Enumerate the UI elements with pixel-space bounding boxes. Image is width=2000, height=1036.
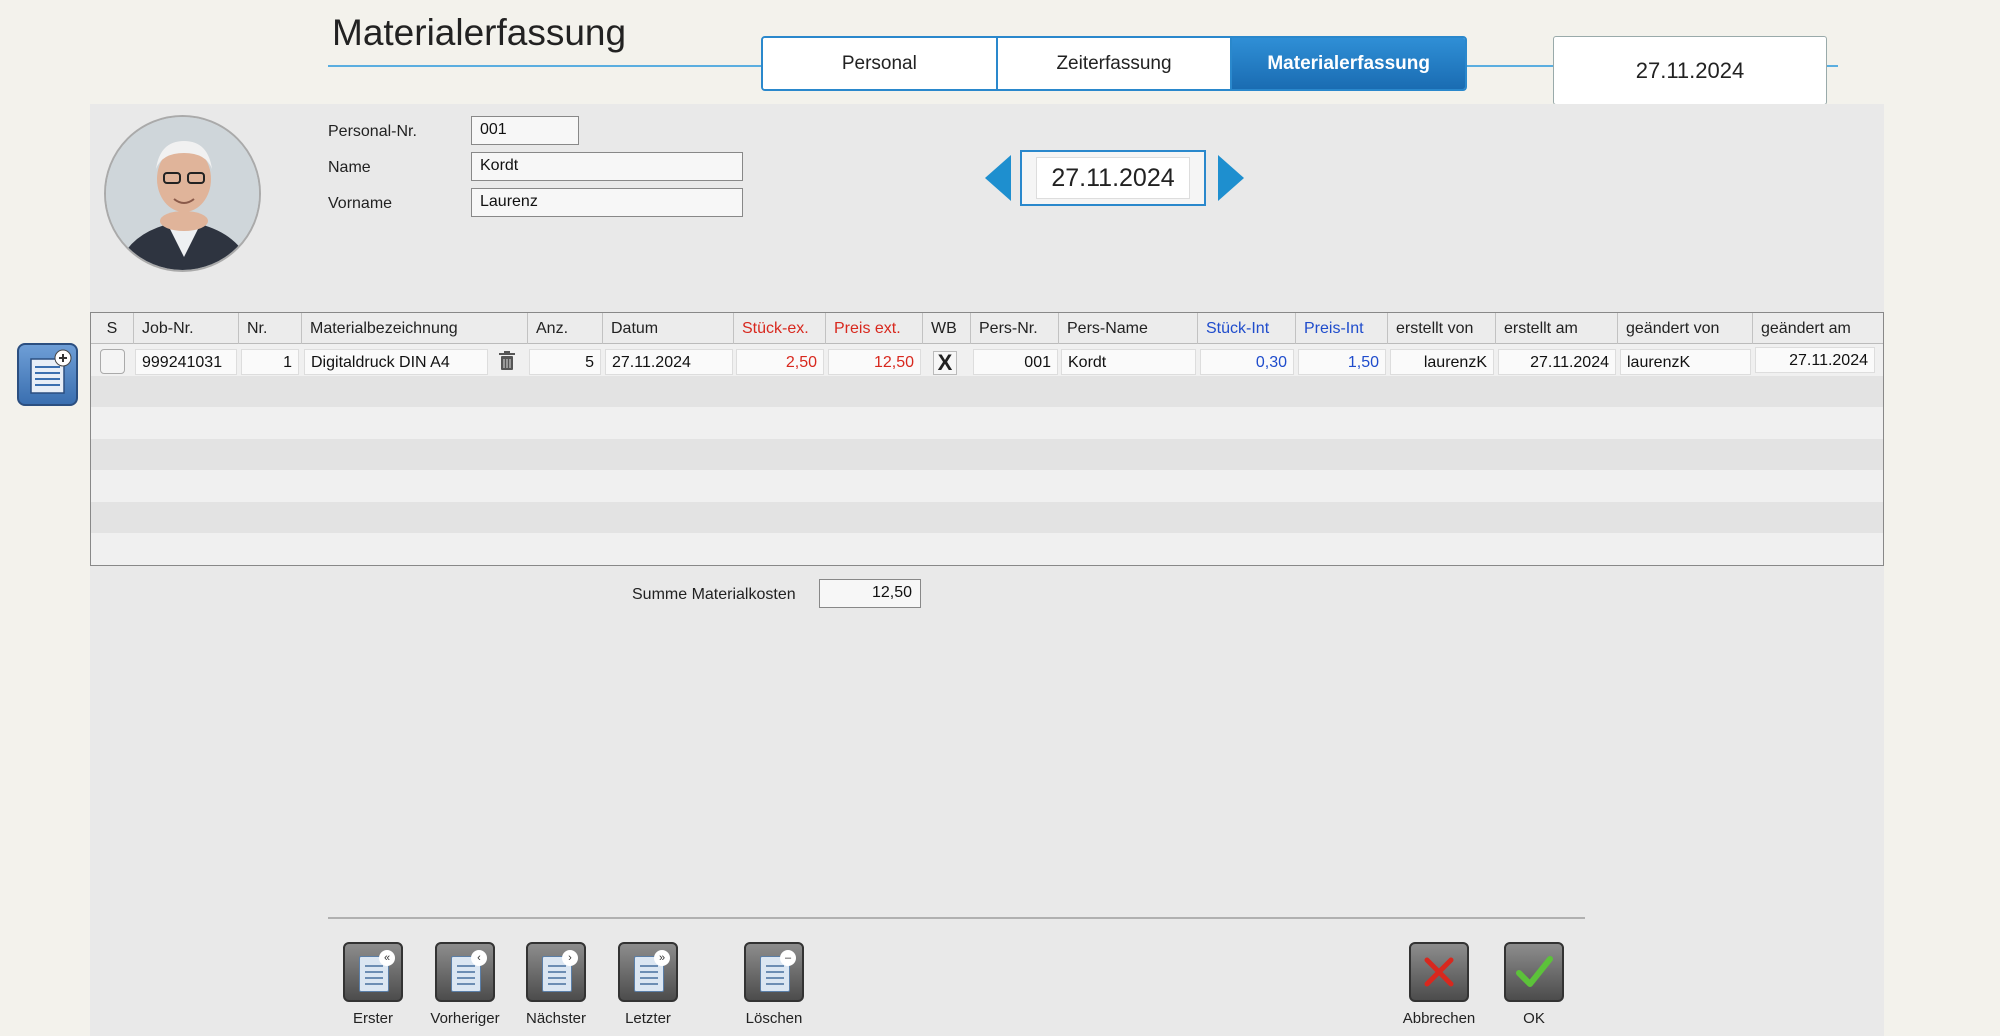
page-title: Materialerfassung: [332, 12, 627, 53]
cell-job-nr[interactable]: 999241031: [135, 349, 237, 375]
sum-field: 12,50: [819, 579, 921, 608]
cell-erstellt-von[interactable]: laurenzK: [1390, 349, 1494, 375]
first-icon: «: [379, 950, 395, 966]
empty-row: [91, 502, 1883, 533]
last-label: Letzter: [625, 1010, 671, 1027]
col-stueck-int: Stück-Int: [1198, 313, 1296, 344]
cancel-x-icon: [1424, 957, 1454, 987]
trash-icon[interactable]: [498, 351, 516, 376]
previous-date-arrow-icon[interactable]: [985, 155, 1011, 201]
cell-geaendert-von[interactable]: laurenzK: [1620, 349, 1751, 375]
minus-icon: –: [780, 950, 796, 966]
material-table: S Job-Nr. Nr. Materialbezeichnung Anz. D…: [90, 312, 1884, 566]
col-stueck-ex: Stück-ex.: [734, 313, 826, 344]
cell-stueck-int[interactable]: 0,30: [1200, 349, 1294, 375]
vorname-label: Vorname: [328, 195, 393, 212]
cell-preis-ext[interactable]: 12,50: [828, 349, 921, 375]
col-preis-ext: Preis ext.: [826, 313, 923, 344]
personal-nr-field[interactable]: 001: [471, 116, 579, 145]
col-pers-nr: Pers-Nr.: [971, 313, 1059, 344]
tab-materialerfassung[interactable]: Materialerfassung: [1232, 38, 1465, 89]
delete-record-button[interactable]: –: [744, 942, 804, 1002]
table-header: S Job-Nr. Nr. Materialbezeichnung Anz. D…: [91, 313, 1883, 344]
cell-pers-nr[interactable]: 001: [973, 349, 1058, 375]
col-datum: Datum: [603, 313, 734, 344]
col-job-nr: Job-Nr.: [134, 313, 239, 344]
tab-personal[interactable]: Personal: [763, 38, 998, 89]
sum-label: Summe Materialkosten: [632, 586, 796, 603]
last-icon: »: [654, 950, 670, 966]
empty-row: [91, 376, 1883, 407]
col-geaendert-am: geändert am: [1761, 320, 1851, 337]
cell-preis-int[interactable]: 1,50: [1298, 349, 1386, 375]
bottom-divider: [328, 917, 1585, 919]
next-record-button[interactable]: ›: [526, 942, 586, 1002]
cell-pers-name[interactable]: Kordt: [1061, 349, 1196, 375]
cell-nr[interactable]: 1: [241, 349, 299, 375]
col-geaendert-von: geändert von: [1618, 313, 1753, 344]
checkmark-icon: [1516, 956, 1553, 987]
personal-nr-label: Personal-Nr.: [328, 123, 417, 140]
tab-zeiterfassung[interactable]: Zeiterfassung: [997, 38, 1233, 89]
cell-anz[interactable]: 5: [529, 349, 601, 375]
ok-label: OK: [1523, 1010, 1545, 1027]
previous-record-button[interactable]: ‹: [435, 942, 495, 1002]
add-list-icon: [30, 349, 72, 394]
next-date-arrow-icon[interactable]: [1218, 155, 1244, 201]
x-mark-icon: X: [937, 350, 953, 375]
cell-material[interactable]: Digitaldruck DIN A4: [304, 349, 488, 375]
cell-datum[interactable]: 27.11.2024: [605, 349, 733, 375]
person-photo-icon: [106, 117, 259, 270]
main-panel: [90, 104, 1884, 1036]
wb-checkbox[interactable]: X: [933, 351, 957, 375]
col-nr: Nr.: [239, 313, 302, 344]
nav-date-value[interactable]: 27.11.2024: [1036, 157, 1190, 199]
first-record-button[interactable]: «: [343, 942, 403, 1002]
col-erstellt-von: erstellt von: [1388, 313, 1496, 344]
tab-bar: Personal Zeiterfassung Materialerfassung: [761, 36, 1467, 91]
col-s: S: [91, 313, 134, 344]
avatar: [104, 115, 261, 272]
cell-geaendert-am[interactable]: 27.11.2024: [1755, 347, 1875, 373]
name-label: Name: [328, 159, 371, 176]
vorname-field[interactable]: Laurenz: [471, 188, 743, 217]
header-date: 27.11.2024: [1553, 36, 1827, 105]
col-wb: WB: [923, 313, 971, 344]
cell-stueck-ex[interactable]: 2,50: [736, 349, 824, 375]
col-pers-name: Pers-Name: [1059, 313, 1198, 344]
name-field[interactable]: Kordt: [471, 152, 743, 181]
col-preis-int: Preis-Int: [1296, 313, 1388, 344]
cancel-label: Abbrechen: [1402, 1010, 1476, 1027]
previous-icon: ‹: [471, 950, 487, 966]
last-record-button[interactable]: »: [618, 942, 678, 1002]
cell-erstellt-am[interactable]: 27.11.2024: [1498, 349, 1616, 375]
col-erstellt-am: erstellt am: [1496, 313, 1618, 344]
col-anz: Anz.: [528, 313, 603, 344]
next-icon: ›: [562, 950, 578, 966]
col-materialbezeichnung: Materialbezeichnung: [302, 313, 528, 344]
date-navigator: 27.11.2024: [1020, 150, 1206, 206]
cancel-button[interactable]: [1409, 942, 1469, 1002]
select-checkbox[interactable]: [100, 349, 125, 374]
ok-button[interactable]: [1504, 942, 1564, 1002]
empty-row: [91, 439, 1883, 470]
delete-label: Löschen: [745, 1010, 803, 1027]
new-record-button[interactable]: [17, 343, 78, 406]
